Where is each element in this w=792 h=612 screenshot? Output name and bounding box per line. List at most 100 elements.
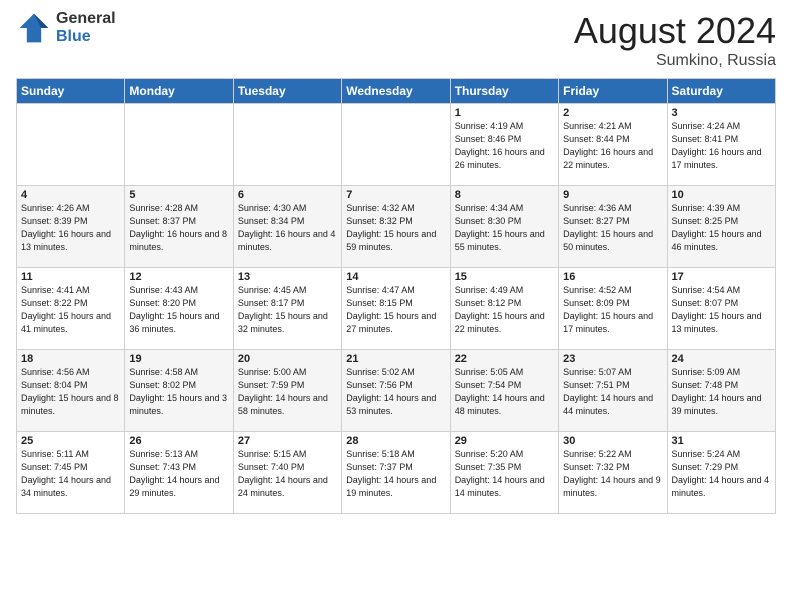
day-cell-16: 16Sunrise: 4:52 AM Sunset: 8:09 PM Dayli… <box>559 268 667 350</box>
day-cell-28: 28Sunrise: 5:18 AM Sunset: 7:37 PM Dayli… <box>342 432 450 514</box>
day-number: 8 <box>455 189 554 201</box>
day-number: 4 <box>21 189 120 201</box>
day-number: 21 <box>346 353 445 365</box>
day-content: Sunrise: 4:26 AM Sunset: 8:39 PM Dayligh… <box>21 202 120 254</box>
day-content: Sunrise: 4:41 AM Sunset: 8:22 PM Dayligh… <box>21 284 120 336</box>
day-number: 3 <box>672 107 771 119</box>
day-number: 16 <box>563 271 662 283</box>
day-content: Sunrise: 5:02 AM Sunset: 7:56 PM Dayligh… <box>346 366 445 418</box>
day-cell-7: 7Sunrise: 4:32 AM Sunset: 8:32 PM Daylig… <box>342 186 450 268</box>
day-cell-9: 9Sunrise: 4:36 AM Sunset: 8:27 PM Daylig… <box>559 186 667 268</box>
day-number: 14 <box>346 271 445 283</box>
week-row-2: 4Sunrise: 4:26 AM Sunset: 8:39 PM Daylig… <box>17 186 776 268</box>
col-tuesday: Tuesday <box>233 79 341 104</box>
day-content: Sunrise: 5:18 AM Sunset: 7:37 PM Dayligh… <box>346 448 445 500</box>
week-row-3: 11Sunrise: 4:41 AM Sunset: 8:22 PM Dayli… <box>17 268 776 350</box>
day-cell-25: 25Sunrise: 5:11 AM Sunset: 7:45 PM Dayli… <box>17 432 125 514</box>
day-cell-23: 23Sunrise: 5:07 AM Sunset: 7:51 PM Dayli… <box>559 350 667 432</box>
col-thursday: Thursday <box>450 79 558 104</box>
day-content: Sunrise: 5:11 AM Sunset: 7:45 PM Dayligh… <box>21 448 120 500</box>
day-number: 29 <box>455 435 554 447</box>
title-location: Sumkino, Russia <box>574 52 776 70</box>
day-number: 27 <box>238 435 337 447</box>
col-sunday: Sunday <box>17 79 125 104</box>
day-cell-empty <box>342 104 450 186</box>
day-number: 1 <box>455 107 554 119</box>
day-number: 23 <box>563 353 662 365</box>
day-content: Sunrise: 5:15 AM Sunset: 7:40 PM Dayligh… <box>238 448 337 500</box>
day-number: 6 <box>238 189 337 201</box>
logo-icon <box>16 10 52 46</box>
day-content: Sunrise: 4:24 AM Sunset: 8:41 PM Dayligh… <box>672 120 771 172</box>
day-content: Sunrise: 4:58 AM Sunset: 8:02 PM Dayligh… <box>129 366 228 418</box>
day-number: 25 <box>21 435 120 447</box>
day-cell-21: 21Sunrise: 5:02 AM Sunset: 7:56 PM Dayli… <box>342 350 450 432</box>
day-content: Sunrise: 5:24 AM Sunset: 7:29 PM Dayligh… <box>672 448 771 500</box>
day-number: 13 <box>238 271 337 283</box>
day-cell-2: 2Sunrise: 4:21 AM Sunset: 8:44 PM Daylig… <box>559 104 667 186</box>
day-number: 10 <box>672 189 771 201</box>
day-number: 30 <box>563 435 662 447</box>
title-month: August 2024 <box>574 10 776 52</box>
day-cell-26: 26Sunrise: 5:13 AM Sunset: 7:43 PM Dayli… <box>125 432 233 514</box>
day-cell-14: 14Sunrise: 4:47 AM Sunset: 8:15 PM Dayli… <box>342 268 450 350</box>
day-cell-empty <box>125 104 233 186</box>
day-content: Sunrise: 5:20 AM Sunset: 7:35 PM Dayligh… <box>455 448 554 500</box>
day-number: 2 <box>563 107 662 119</box>
day-cell-27: 27Sunrise: 5:15 AM Sunset: 7:40 PM Dayli… <box>233 432 341 514</box>
day-number: 24 <box>672 353 771 365</box>
day-number: 7 <box>346 189 445 201</box>
col-wednesday: Wednesday <box>342 79 450 104</box>
week-row-5: 25Sunrise: 5:11 AM Sunset: 7:45 PM Dayli… <box>17 432 776 514</box>
day-content: Sunrise: 4:52 AM Sunset: 8:09 PM Dayligh… <box>563 284 662 336</box>
col-friday: Friday <box>559 79 667 104</box>
day-content: Sunrise: 4:21 AM Sunset: 8:44 PM Dayligh… <box>563 120 662 172</box>
logo-blue-text: Blue <box>56 28 116 46</box>
day-content: Sunrise: 4:28 AM Sunset: 8:37 PM Dayligh… <box>129 202 228 254</box>
day-content: Sunrise: 4:34 AM Sunset: 8:30 PM Dayligh… <box>455 202 554 254</box>
day-content: Sunrise: 4:43 AM Sunset: 8:20 PM Dayligh… <box>129 284 228 336</box>
day-number: 17 <box>672 271 771 283</box>
day-content: Sunrise: 5:05 AM Sunset: 7:54 PM Dayligh… <box>455 366 554 418</box>
page: General Blue August 2024 Sumkino, Russia… <box>0 0 792 612</box>
day-cell-31: 31Sunrise: 5:24 AM Sunset: 7:29 PM Dayli… <box>667 432 775 514</box>
header: General Blue August 2024 Sumkino, Russia <box>16 10 776 70</box>
col-saturday: Saturday <box>667 79 775 104</box>
day-content: Sunrise: 4:45 AM Sunset: 8:17 PM Dayligh… <box>238 284 337 336</box>
day-content: Sunrise: 4:36 AM Sunset: 8:27 PM Dayligh… <box>563 202 662 254</box>
day-number: 22 <box>455 353 554 365</box>
day-number: 28 <box>346 435 445 447</box>
day-content: Sunrise: 5:13 AM Sunset: 7:43 PM Dayligh… <box>129 448 228 500</box>
day-content: Sunrise: 4:39 AM Sunset: 8:25 PM Dayligh… <box>672 202 771 254</box>
day-cell-13: 13Sunrise: 4:45 AM Sunset: 8:17 PM Dayli… <box>233 268 341 350</box>
day-content: Sunrise: 4:32 AM Sunset: 8:32 PM Dayligh… <box>346 202 445 254</box>
day-cell-5: 5Sunrise: 4:28 AM Sunset: 8:37 PM Daylig… <box>125 186 233 268</box>
day-content: Sunrise: 5:07 AM Sunset: 7:51 PM Dayligh… <box>563 366 662 418</box>
day-cell-18: 18Sunrise: 4:56 AM Sunset: 8:04 PM Dayli… <box>17 350 125 432</box>
day-cell-8: 8Sunrise: 4:34 AM Sunset: 8:30 PM Daylig… <box>450 186 558 268</box>
day-number: 15 <box>455 271 554 283</box>
day-cell-19: 19Sunrise: 4:58 AM Sunset: 8:02 PM Dayli… <box>125 350 233 432</box>
day-number: 31 <box>672 435 771 447</box>
day-content: Sunrise: 4:49 AM Sunset: 8:12 PM Dayligh… <box>455 284 554 336</box>
day-number: 9 <box>563 189 662 201</box>
day-content: Sunrise: 4:54 AM Sunset: 8:07 PM Dayligh… <box>672 284 771 336</box>
logo-text: General Blue <box>56 10 116 45</box>
calendar-table: Sunday Monday Tuesday Wednesday Thursday… <box>16 78 776 514</box>
day-cell-empty <box>233 104 341 186</box>
day-cell-30: 30Sunrise: 5:22 AM Sunset: 7:32 PM Dayli… <box>559 432 667 514</box>
day-number: 5 <box>129 189 228 201</box>
day-number: 26 <box>129 435 228 447</box>
day-number: 12 <box>129 271 228 283</box>
day-number: 20 <box>238 353 337 365</box>
day-cell-11: 11Sunrise: 4:41 AM Sunset: 8:22 PM Dayli… <box>17 268 125 350</box>
day-number: 11 <box>21 271 120 283</box>
day-content: Sunrise: 5:22 AM Sunset: 7:32 PM Dayligh… <box>563 448 662 500</box>
day-number: 18 <box>21 353 120 365</box>
header-row: Sunday Monday Tuesday Wednesday Thursday… <box>17 79 776 104</box>
day-cell-empty <box>17 104 125 186</box>
day-cell-3: 3Sunrise: 4:24 AM Sunset: 8:41 PM Daylig… <box>667 104 775 186</box>
day-content: Sunrise: 4:19 AM Sunset: 8:46 PM Dayligh… <box>455 120 554 172</box>
day-number: 19 <box>129 353 228 365</box>
logo: General Blue <box>16 10 116 46</box>
